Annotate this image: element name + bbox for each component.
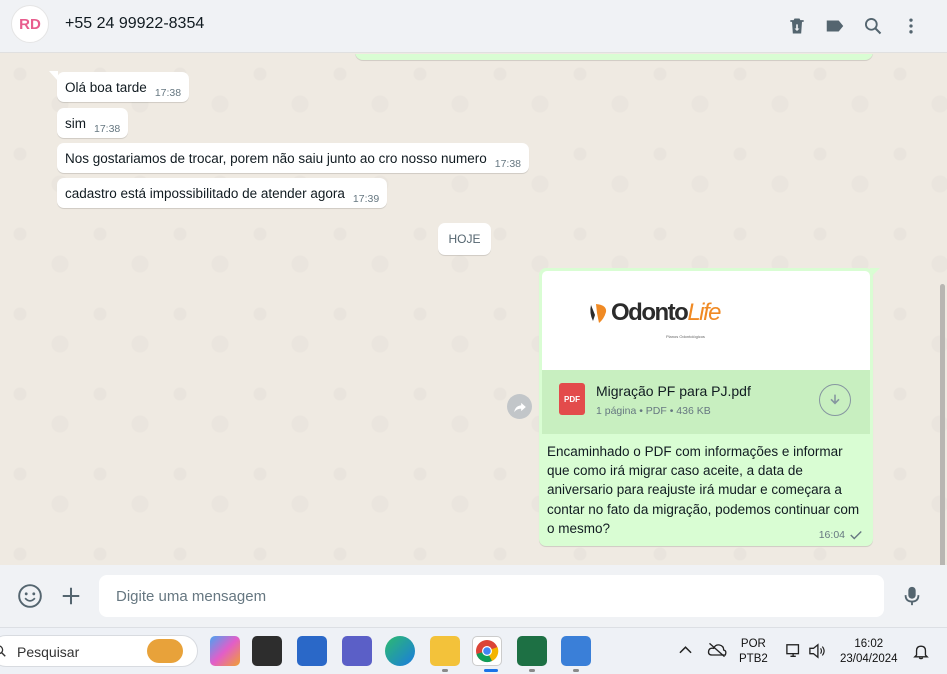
clock-time: 16:02 [854, 638, 884, 650]
clock-date: 23/04/2024 [840, 653, 898, 665]
language-top: POR [740, 638, 766, 650]
pdf-file-icon: PDF [559, 383, 585, 415]
notification-bell-icon[interactable] [913, 643, 929, 660]
taskbar-search-label: Pesquisar [17, 644, 80, 660]
running-indicator [529, 669, 535, 672]
sent-check-icon [850, 531, 862, 540]
logo-brand: Odonto [611, 299, 689, 326]
cloud-offline-icon[interactable] [707, 642, 727, 658]
incoming-message[interactable]: Nos gostariamos de trocar, porem não sai… [57, 143, 530, 173]
header-actions [781, 10, 927, 42]
search-icon [0, 645, 6, 657]
menu-icon[interactable] [895, 10, 927, 42]
active-indicator [484, 669, 498, 672]
search-icon[interactable] [857, 10, 889, 42]
incoming-message[interactable]: Olá boa tarde 17:38 [57, 72, 190, 102]
file-explorer-icon[interactable] [430, 636, 460, 666]
label-icon[interactable] [819, 10, 851, 42]
message-time: 17:39 [352, 193, 380, 205]
delete-icon[interactable] [781, 10, 813, 42]
chat-scrollbar[interactable] [940, 284, 945, 565]
volume-icon[interactable] [808, 643, 826, 659]
message-time: 17:38 [94, 123, 121, 135]
chevron-up-icon[interactable] [679, 645, 692, 655]
download-icon [830, 394, 840, 405]
emoji-icon[interactable] [16, 582, 44, 610]
briefcase-icon[interactable] [147, 639, 183, 663]
download-button[interactable] [819, 384, 851, 416]
running-indicator [442, 669, 448, 672]
outgoing-document-message[interactable]: OdontoLife Planos Odontológicos PDF Migr… [539, 268, 873, 546]
message-time: 16:04 [818, 529, 845, 541]
document-row[interactable]: PDF Migração PF para PJ.pdf 1 página • P… [542, 370, 870, 434]
odontolife-logo: OdontoLife [587, 299, 722, 327]
previous-message-bubble [355, 54, 873, 60]
incoming-message[interactable]: cadastro está impossibilitado de atender… [57, 178, 388, 208]
message-time: 17:38 [494, 158, 522, 170]
incoming-message[interactable]: sim 17:38 [57, 108, 129, 138]
windows-taskbar: Pesquisar POR PTB2 16:02 23/04/2024 [0, 627, 947, 674]
teams-app-icon[interactable] [342, 636, 372, 666]
contact-avatar[interactable]: RD [11, 5, 49, 43]
logo-subtitle: Planos Odontológicos [666, 334, 705, 339]
attach-plus-icon[interactable] [57, 582, 85, 610]
language-bottom: PTB2 [739, 653, 768, 665]
tooth-logo-icon [590, 304, 607, 323]
message-time: 17:38 [154, 87, 182, 99]
excel-app-icon[interactable] [517, 636, 547, 666]
copilot-app-icon[interactable] [210, 636, 240, 666]
pdf-badge: PDF [564, 394, 580, 404]
date-divider: HOJE [438, 223, 491, 255]
contact-name[interactable]: +55 24 99922-8354 [65, 15, 204, 33]
logo-brand-accent: Life [687, 299, 721, 326]
store-app-icon[interactable] [297, 636, 327, 666]
message-caption: Encaminhado o PDF com informações e info… [547, 444, 860, 536]
notepad-app-icon[interactable] [561, 636, 591, 666]
logo-wordmark: OdontoLife [611, 299, 722, 327]
language-indicator[interactable]: POR PTB2 [739, 637, 768, 667]
network-icon[interactable] [785, 643, 803, 659]
running-indicator [573, 669, 579, 672]
chat-area[interactable]: Olá boa tarde 17:38 sim 17:38 Nos gostaria… [0, 54, 947, 565]
edge-app-icon[interactable] [385, 636, 415, 666]
microphone-icon[interactable] [898, 582, 926, 610]
message-composer [0, 565, 947, 627]
message-status: 16:04 [819, 529, 863, 541]
chat-header: RD +55 24 99922-8354 [0, 0, 947, 53]
forward-icon[interactable] [507, 394, 532, 419]
document-name: Migração PF para PJ.pdf [596, 383, 751, 399]
message-text: Olá boa tarde [65, 80, 147, 95]
message-input[interactable] [99, 575, 884, 617]
document-meta: 1 página • PDF • 436 KB [596, 405, 711, 417]
message-text: sim [65, 116, 86, 131]
avatar-initials: RD [19, 15, 41, 33]
message-text: cadastro está impossibilitado de atender… [65, 186, 345, 201]
document-preview[interactable]: OdontoLife Planos Odontológicos [542, 271, 870, 370]
message-text: Nos gostariamos de trocar, porem não sai… [65, 151, 487, 166]
task-view-icon[interactable] [252, 636, 282, 666]
taskbar-search-box[interactable]: Pesquisar [0, 635, 198, 667]
chrome-app-icon[interactable] [472, 636, 502, 666]
system-clock[interactable]: 16:02 23/04/2024 [840, 637, 898, 667]
